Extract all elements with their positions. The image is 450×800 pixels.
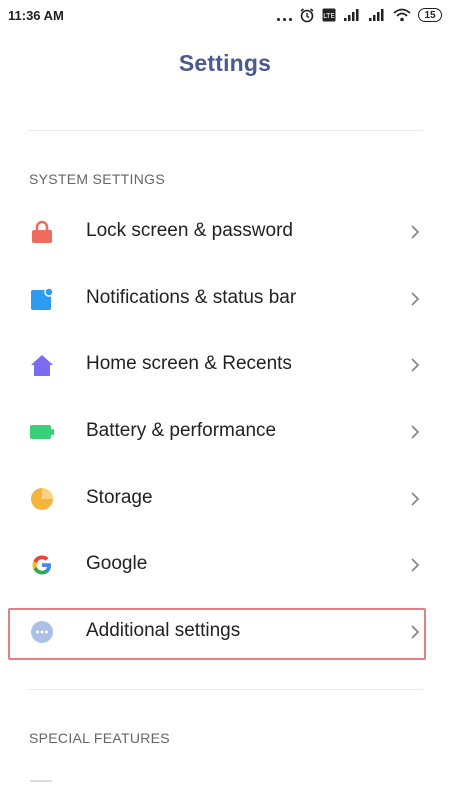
signal-icon — [368, 8, 386, 22]
battery-icon — [30, 425, 54, 439]
google-icon — [32, 555, 51, 575]
settings-item-lock-screen[interactable]: Lock screen & password — [0, 199, 450, 265]
signal-icon — [343, 8, 361, 22]
settings-item-label: Lock screen & password — [86, 220, 293, 241]
chevron-right-icon — [411, 292, 420, 306]
more-dots-icon — [277, 9, 292, 21]
alarm-icon — [299, 7, 315, 23]
wifi-icon — [393, 8, 411, 22]
settings-item-storage[interactable]: Storage — [0, 466, 450, 532]
status-bar: 11:36 AM LTE 15 — [0, 0, 450, 32]
page-title: Settings — [178, 50, 272, 76]
settings-item-label: Home screen & Recents — [86, 353, 292, 374]
settings-item-additional-settings[interactable]: Additional settings — [0, 599, 450, 665]
status-time: 11:36 AM — [8, 8, 64, 23]
settings-item-home-screen[interactable]: Home screen & Recents — [0, 332, 450, 398]
chevron-right-icon — [411, 358, 420, 372]
section-header-system-settings: SYSTEM SETTINGS — [29, 171, 165, 187]
home-icon — [31, 355, 53, 376]
lock-icon — [32, 220, 52, 243]
settings-item-google[interactable]: Google — [0, 532, 450, 598]
section-header-special-features: SPECIAL FEATURES — [29, 730, 170, 746]
settings-item-label: Additional settings — [86, 620, 241, 641]
battery-indicator: 15 — [418, 8, 442, 22]
chevron-right-icon — [411, 425, 420, 439]
notification-icon — [31, 287, 54, 310]
chevron-right-icon — [411, 225, 420, 239]
chevron-right-icon — [411, 625, 420, 639]
divider — [28, 130, 422, 131]
settings-item-label: Notifications & status bar — [86, 287, 297, 308]
divider — [28, 689, 422, 690]
more-icon — [31, 621, 53, 643]
settings-item-label: Storage — [86, 487, 153, 508]
settings-item-battery[interactable]: Battery & performance — [0, 399, 450, 465]
svg-text:LTE: LTE — [323, 12, 335, 20]
status-icons: LTE 15 — [277, 5, 442, 25]
settings-item-label: Google — [86, 553, 148, 574]
settings-item-notifications[interactable]: Notifications & status bar — [0, 266, 450, 332]
storage-pie-icon — [31, 488, 53, 510]
volte-icon: LTE — [322, 8, 336, 22]
settings-item-label: Battery & performance — [86, 420, 277, 441]
partial-list-item — [30, 780, 52, 782]
chevron-right-icon — [411, 492, 420, 506]
chevron-right-icon — [411, 558, 420, 572]
